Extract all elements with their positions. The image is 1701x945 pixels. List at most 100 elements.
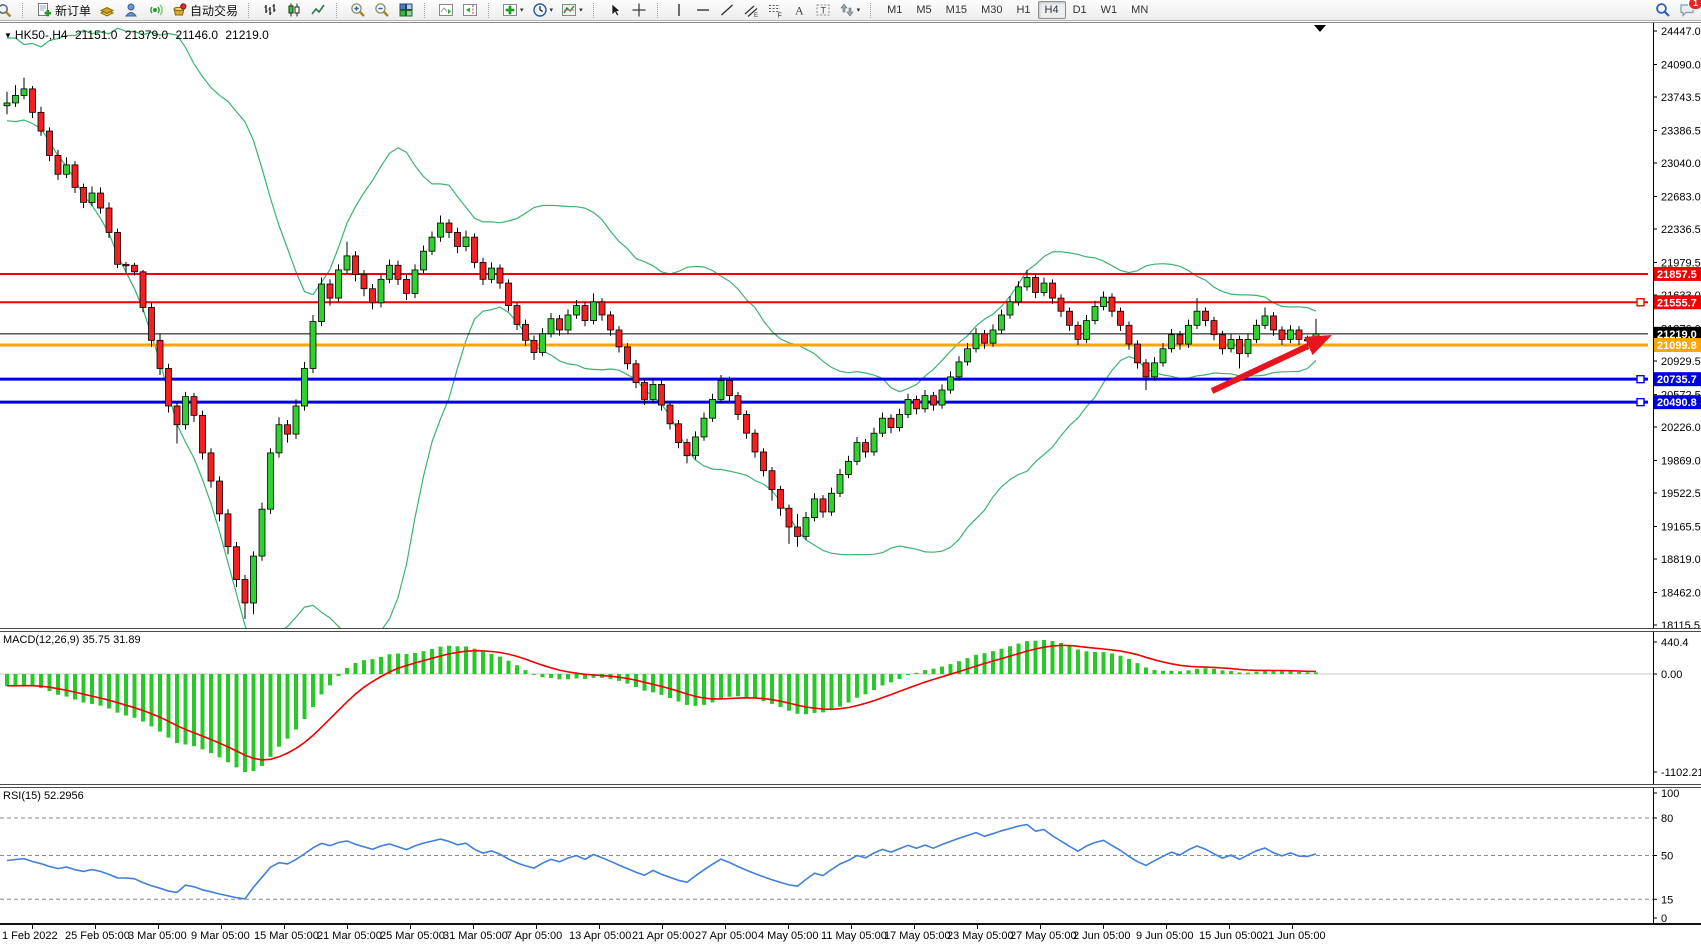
rsi-axis-label: 50 [1661,851,1673,863]
toolbar-button-text[interactable]: A [787,0,811,20]
crosshair-icon [631,2,647,18]
toolbar-separator [336,3,342,18]
time-tick [158,925,159,929]
time-tick [221,925,222,929]
toolbar-button-crosshair[interactable] [627,0,651,20]
line-handle-20490.8[interactable] [1637,399,1644,406]
time-tick [788,925,789,929]
timeframe-button-mn[interactable]: MN [1124,1,1155,19]
time-label: 21 Jun 05:00 [1262,930,1326,942]
toolbar-button-horizontal-line[interactable] [691,0,715,20]
toolbar-button-bar-chart[interactable] [258,0,282,20]
timeframe-button-w1[interactable]: W1 [1094,1,1125,19]
toolbar-button-vertical-line[interactable] [667,0,691,20]
toolbar-button-signals[interactable] [143,0,167,20]
toolbar-button-autotrading[interactable]: 自动交易 [167,0,242,20]
time-tick [1229,925,1230,929]
line-handle-21555.7[interactable] [1637,299,1644,306]
chart-end-marker-icon [1314,25,1326,32]
bollinger-upper-band [7,28,1316,392]
time-label: 25 Mar 05:00 [380,930,445,942]
toolbar-separator [248,3,254,18]
chart-symbol: HK50-,H4 [15,28,68,42]
macd-pane[interactable]: MACD(12,26,9) 35.75 31.89 440.40.00-1102… [0,632,1701,784]
candle-chart-icon [286,2,302,18]
time-tick [977,925,978,929]
toolbar-button-text-label[interactable]: T [811,0,835,20]
price-chart-canvas[interactable]: 24447.024090.023743.523386.523040.022683… [0,23,1701,628]
toolbar-separator [870,3,876,18]
toolbar-button-candle-chart[interactable] [282,0,306,20]
time-label: 17 May 05:00 [884,930,951,942]
toolbar-button-chart-shift[interactable] [458,0,482,20]
toolbar-button-periods[interactable]: ▾ [528,0,558,20]
time-tick [95,925,96,929]
toolbar-separator [22,3,28,18]
text-label-icon: T [815,2,831,18]
toolbar-button-fibonacci[interactable]: F [763,0,787,20]
tile-windows-icon [398,2,414,18]
toolbar: 新订单 自动交易 ▾ ▾ ▾ EFAT ▾ M1M5M15M30H1H4D1W1MN 1 [0,0,1701,21]
timeframe-button-h4[interactable]: H4 [1038,1,1066,19]
toolbar-button-equidistant-channel[interactable]: E [739,0,763,20]
navigator-icon [123,2,139,18]
timeframe-button-d1[interactable]: D1 [1066,1,1094,19]
toolbar-button-new-order[interactable]: 新订单 [32,0,95,20]
price-tick-label: 19869.0 [1661,455,1701,467]
toolbar-button-zoom-in[interactable] [346,0,370,20]
time-label: 31 Mar 05:00 [443,930,508,942]
main-chart-pane[interactable]: ▼HK50-,H4 21151.0 21379.0 21146.0 21219.… [0,22,1701,628]
price-tick-label: 23743.5 [1661,92,1701,104]
ohlc-high: 21379.0 [125,28,168,42]
time-tick [1166,925,1167,929]
time-tick [410,925,411,929]
time-tick [1292,925,1293,929]
toolbar-button-zoom-out[interactable] [370,0,394,20]
time-tick [1040,925,1041,929]
time-tick [599,925,600,929]
toolbar-button-indicators[interactable]: ▾ [498,0,528,20]
toolbar-button-symbol-search[interactable] [0,0,16,20]
time-tick [32,925,33,929]
dropdown-caret-icon[interactable]: ▾ [857,6,861,14]
time-label: 15 Jun 05:00 [1199,930,1263,942]
dropdown-caret-icon[interactable]: ▾ [579,6,583,14]
toolbar-button-cursor[interactable] [603,0,627,20]
time-label: 23 May 05:00 [947,930,1014,942]
new-order-label: 新订单 [55,2,91,19]
svg-text:T: T [820,6,826,16]
toolbar-button-auto-scroll[interactable] [434,0,458,20]
toolbar-button-templates[interactable]: ▾ [557,0,587,20]
time-axis[interactable]: 1 Feb 202225 Feb 05:003 Mar 05:009 Mar 0… [0,923,1701,945]
auto-scroll-icon [438,2,454,18]
rsi-label: RSI(15) 52.2956 [3,790,84,802]
toolbar-button-tile-windows[interactable] [394,0,418,20]
toolbar-separator [424,3,430,18]
toolbar-button-trendline[interactable] [715,0,739,20]
toolbar-button-chat[interactable]: 1 [1675,0,1699,20]
time-tick [1103,925,1104,929]
toolbar-button-search[interactable] [1651,0,1675,20]
dropdown-caret-icon[interactable]: ▾ [550,6,554,14]
timeframe-button-h1[interactable]: H1 [1009,1,1037,19]
trend-arrow-line[interactable] [1212,346,1308,391]
one-click-trading-arrow[interactable]: ▼ [4,31,12,40]
toolbar-button-arrows[interactable]: ▾ [835,0,865,20]
price-tick-label: 18819.0 [1661,554,1701,566]
time-label: 9 Mar 05:00 [191,930,250,942]
time-label: 3 Mar 05:00 [128,930,187,942]
timeframe-button-m5[interactable]: M5 [909,1,938,19]
toolbar-button-market-watch[interactable] [95,0,119,20]
cursor-icon [607,2,623,18]
toolbar-button-line-chart[interactable] [306,0,330,20]
periods-icon [532,2,548,18]
timeframe-button-m30[interactable]: M30 [974,1,1009,19]
toolbar-separator [657,3,663,18]
timeframe-button-m1[interactable]: M1 [880,1,909,19]
line-handle-20735.7[interactable] [1637,376,1644,383]
dropdown-caret-icon[interactable]: ▾ [520,6,524,14]
rsi-pane[interactable]: RSI(15) 52.2956 1008050150 [0,788,1701,923]
timeframe-button-m15[interactable]: M15 [939,1,974,19]
toolbar-button-navigator[interactable] [119,0,143,20]
fibonacci-icon: F [767,2,783,18]
